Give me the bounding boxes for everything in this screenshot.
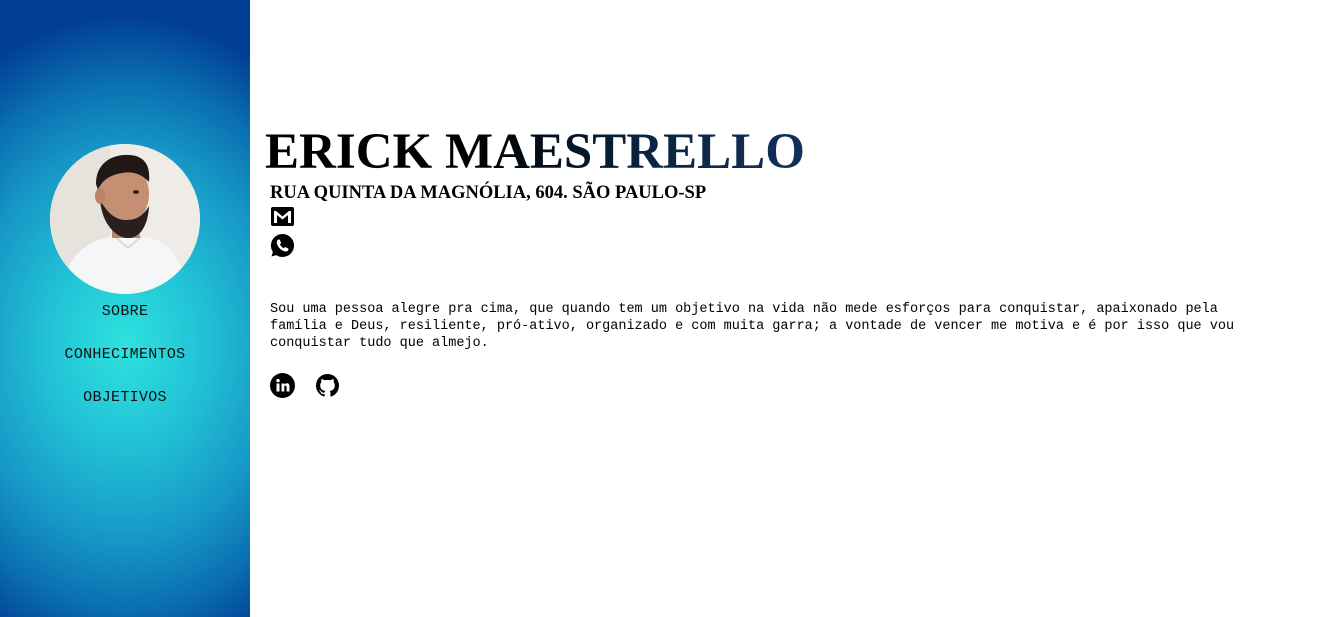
whatsapp-icon[interactable]: [270, 233, 295, 258]
about-text: Sou uma pessoa alegre pra cima, que quan…: [270, 302, 1235, 351]
nav-link-conhecimentos[interactable]: CONHECIMENTOS: [0, 346, 250, 363]
nav-link-sobre[interactable]: SOBRE: [0, 303, 250, 320]
address: RUA QUINTA DA MAGNÓLIA, 604. SÃO PAULO-S…: [270, 183, 707, 203]
github-icon[interactable]: [315, 373, 340, 398]
page-title: ERICK MAESTRELLO: [265, 124, 805, 180]
profile-photo: [50, 144, 200, 294]
gmail-icon[interactable]: [270, 204, 295, 229]
sidebar: SOBRE CONHECIMENTOS OBJETIVOS: [0, 0, 250, 617]
nav-link-objetivos[interactable]: OBJETIVOS: [0, 389, 250, 406]
linkedin-icon[interactable]: [270, 373, 295, 398]
avatar: [50, 144, 200, 294]
